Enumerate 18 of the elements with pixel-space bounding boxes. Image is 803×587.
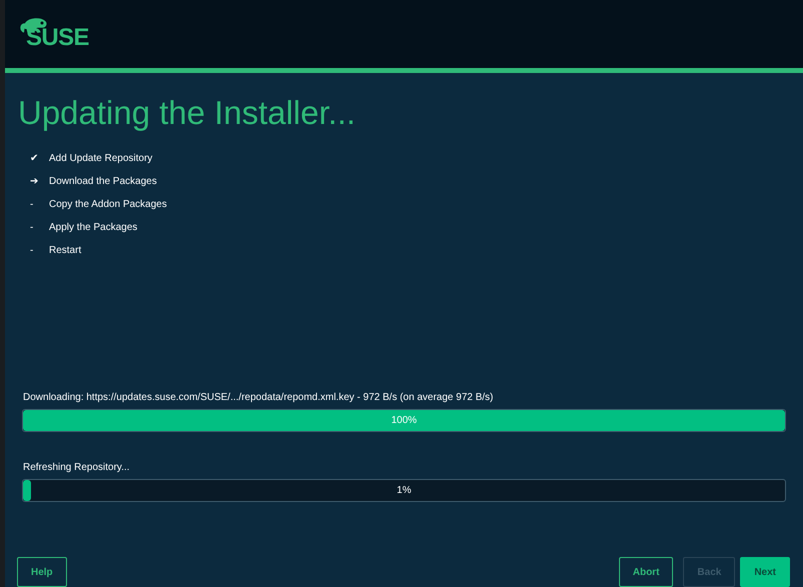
progress-reading: 1% <box>396 484 412 498</box>
step-label: Restart <box>49 244 82 258</box>
step-marker: ✔ <box>29 152 39 166</box>
progress-label: Downloading: https://updates.suse.com/SUSE/.../repodata/repomd.xml.key - 972 B/s (on average 972 B/s) <box>22 391 494 405</box>
progress-reading: 100% <box>391 414 417 428</box>
step-marker: - <box>29 198 34 212</box>
step-label: Download the Packages <box>49 175 157 189</box>
button[interactable]: Help <box>17 557 67 587</box>
step-marker: - <box>29 244 34 258</box>
logo-text: SUSE <box>26 26 89 50</box>
step-marker: - <box>29 221 34 235</box>
button[interactable]: Abort <box>618 557 674 587</box>
step-label: Apply the Packages <box>49 221 138 235</box>
step-marker: ➔ <box>29 175 39 189</box>
progress-label: Refreshing Repository... <box>22 461 131 475</box>
step-label: Copy the Addon Packages <box>49 198 167 212</box>
page-title: Updating the Installer... <box>18 93 357 133</box>
step-label: Add Update Repository <box>49 152 152 166</box>
